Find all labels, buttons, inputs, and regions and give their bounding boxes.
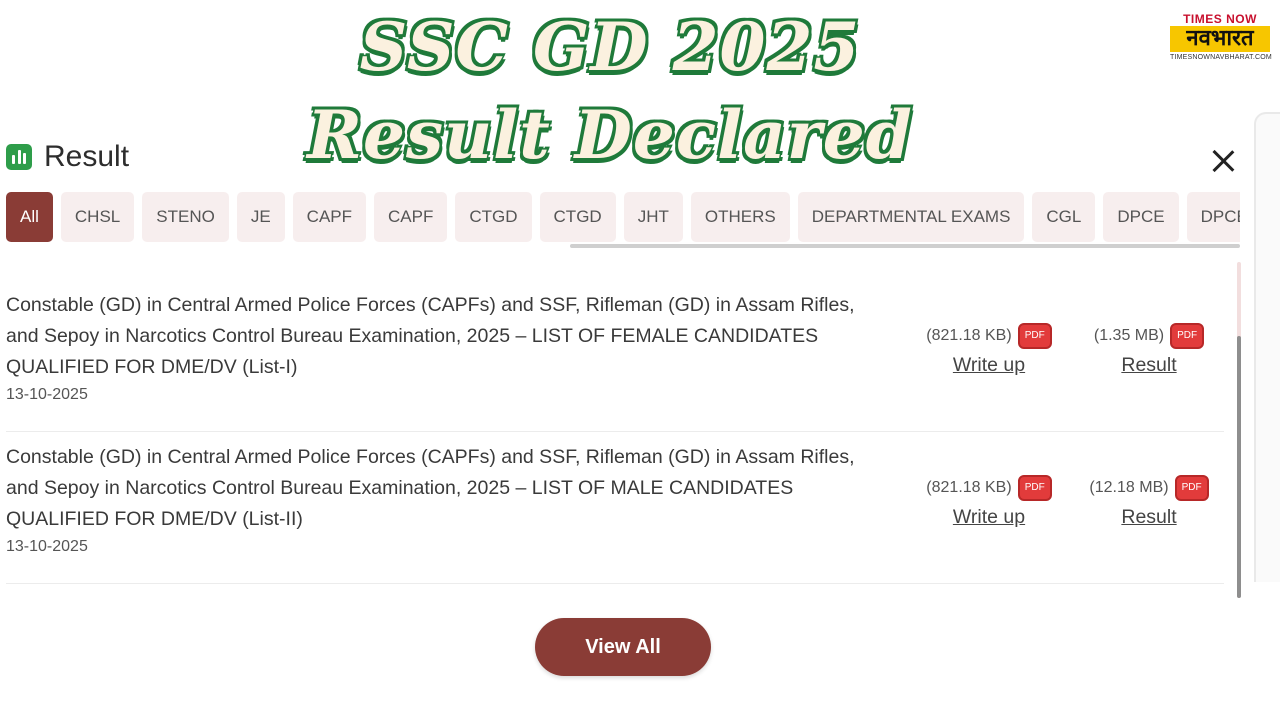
- logo-sub-text: TIMESNOWNAVBHARAT.COM: [1170, 54, 1272, 61]
- pdf-icon[interactable]: PDF: [1174, 475, 1209, 501]
- tab-cgl[interactable]: CGL: [1032, 192, 1096, 242]
- headline-line-1: SSC GD 2025: [358, 7, 861, 88]
- category-tabs: All CHSL STENO JE CAPF CAPF CTGD CTGD JHT OTHERS D…: [6, 192, 1240, 248]
- file-size: (821.18 KB): [926, 479, 1012, 496]
- file-size: (1.35 MB): [1093, 327, 1165, 344]
- result-date: 13-10-2025: [6, 386, 88, 403]
- list-scrollbar-thumb[interactable]: [1237, 336, 1241, 598]
- tab-capf-1[interactable]: CAPF: [292, 192, 367, 242]
- tab-je[interactable]: JE: [236, 192, 285, 242]
- tab-steno[interactable]: STENO: [142, 192, 229, 242]
- result-title: Constable (GD) in Central Armed Police F…: [6, 294, 855, 378]
- writeup-download: (821.18 KB) PDF Write up: [914, 322, 1064, 377]
- tab-others[interactable]: OTHERS: [690, 192, 790, 242]
- background-panel-edge: [1254, 112, 1280, 582]
- result-link[interactable]: Result: [1074, 506, 1224, 529]
- tab-jht[interactable]: JHT: [623, 192, 683, 242]
- result-title: Constable (GD) in Central Armed Police F…: [6, 446, 855, 530]
- brand-logo: TIMES NOW नवभारत TIMESNOWNAVBHARAT.COM: [1170, 12, 1272, 68]
- tab-dpce-1[interactable]: DPCE: [1103, 192, 1179, 242]
- logo-main-text: नवभारत: [1170, 26, 1270, 52]
- pdf-icon[interactable]: PDF: [1017, 323, 1052, 349]
- list-item: Constable (GD) in Central Armed Police F…: [6, 432, 1224, 584]
- file-size: (821.18 KB): [926, 327, 1012, 344]
- writeup-link[interactable]: Write up: [914, 354, 1064, 377]
- tab-capf-2[interactable]: CAPF: [374, 192, 448, 242]
- tab-ctgd-2[interactable]: CTGD: [539, 192, 616, 242]
- file-size: (12.18 MB): [1089, 479, 1169, 496]
- headline-line-2: Result Declared: [306, 95, 914, 176]
- result-link[interactable]: Result: [1074, 354, 1224, 377]
- tab-all[interactable]: All: [6, 192, 53, 242]
- tab-chsl[interactable]: CHSL: [60, 192, 135, 242]
- tab-dpce-2[interactable]: DPCE: [1186, 192, 1240, 242]
- list-item: Constable (GD) in Central Armed Police F…: [6, 280, 1224, 432]
- view-all-button[interactable]: View All: [535, 618, 711, 676]
- logo-top-text: TIMES NOW: [1183, 12, 1257, 26]
- results-list: Constable (GD) in Central Armed Police F…: [6, 280, 1224, 584]
- result-date: 13-10-2025: [6, 538, 88, 555]
- tab-ctgd-1[interactable]: CTGD: [455, 192, 532, 242]
- result-download: (12.18 MB) PDF Result: [1074, 474, 1224, 529]
- tab-departmental-exams[interactable]: DEPARTMENTAL EXAMS: [797, 192, 1025, 242]
- result-download: (1.35 MB) PDF Result: [1074, 322, 1224, 377]
- pdf-icon[interactable]: PDF: [1170, 323, 1205, 349]
- pdf-icon[interactable]: PDF: [1017, 475, 1052, 501]
- writeup-link[interactable]: Write up: [914, 506, 1064, 529]
- tabs-scrollbar[interactable]: [570, 244, 1240, 248]
- writeup-download: (821.18 KB) PDF Write up: [914, 474, 1064, 529]
